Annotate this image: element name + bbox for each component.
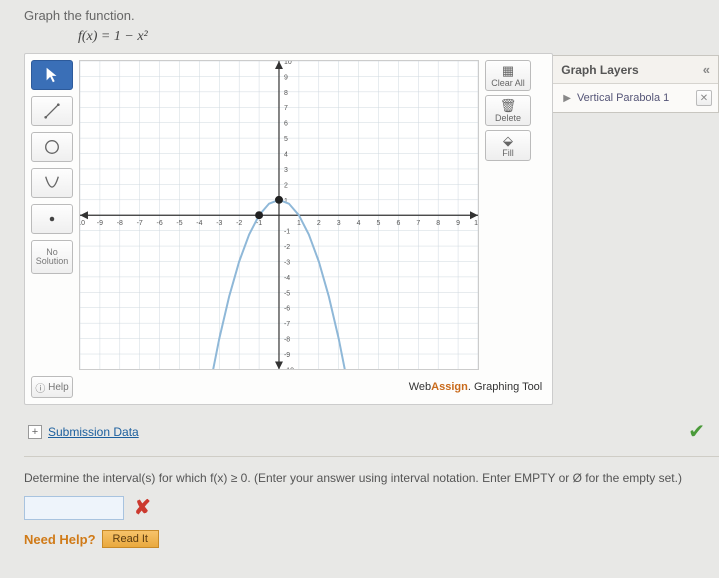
delete-label: Delete [495,113,521,123]
svg-text:-5: -5 [176,220,182,227]
svg-text:10: 10 [474,220,478,227]
svg-text:-9: -9 [97,220,103,227]
svg-text:-3: -3 [216,220,222,227]
correct-check-icon: ✔ [688,419,705,444]
layer-label: Vertical Parabola 1 [577,92,669,104]
svg-text:-10: -10 [80,220,85,227]
svg-text:-6: -6 [284,306,290,313]
fill-label: Fill [502,148,514,158]
svg-text:4: 4 [357,220,361,227]
svg-text:1: 1 [297,220,301,227]
svg-text:-9: -9 [284,352,290,359]
svg-text:6: 6 [284,121,288,128]
svg-text:-2: -2 [236,220,242,227]
svg-text:-1: -1 [284,229,290,236]
svg-text:-7: -7 [284,321,290,328]
svg-text:3: 3 [284,167,288,174]
read-it-button[interactable]: Read It [102,530,159,548]
svg-text:-10: -10 [284,367,294,369]
help-icon: ⓘ [35,380,45,395]
svg-text:3: 3 [337,220,341,227]
layer-item[interactable]: ▶ Vertical Parabola 1 ✕ [553,84,718,112]
svg-text:4: 4 [284,152,288,159]
svg-text:-3: -3 [284,259,290,266]
divider [24,456,719,457]
svg-text:-4: -4 [196,220,202,227]
graph-help-label: Help [48,382,69,393]
graph-help-button[interactable]: ⓘ Help [31,376,73,398]
expand-submission-icon[interactable]: + [28,425,42,439]
delete-layer-button[interactable]: ✕ [696,90,712,106]
no-solution-tool[interactable]: No Solution [31,240,73,274]
svg-text:2: 2 [284,182,288,189]
parabola-tool[interactable] [31,168,73,198]
formula: f(x) = 1 − x² [78,29,719,45]
svg-text:5: 5 [284,136,288,143]
svg-text:-4: -4 [284,275,290,282]
graph-canvas[interactable]: -10 -9 -8 -7 -6 -5 -4 -3 -2 -1 1 2 3 4 5 6 7 8 9 10 -10 -9 -8 -… [79,60,479,370]
pointer-tool[interactable] [31,60,73,90]
graphing-tool: No Solution -10 -9 -8 -7 -6 -5 -4 -3 -2 -1 1 2 3 4 5 6 7… [24,53,553,405]
trash-icon: 🗑 [500,99,517,112]
incorrect-x-icon: ✘ [134,495,151,520]
line-tool[interactable] [31,96,73,126]
svg-text:9: 9 [456,220,460,227]
svg-text:-5: -5 [284,290,290,297]
circle-tool[interactable] [31,132,73,162]
action-palette: ▦ Clear All 🗑 Delete ⬙ Fill [485,60,531,370]
svg-text:6: 6 [396,220,400,227]
need-help-label: Need Help? [24,532,96,547]
svg-text:7: 7 [284,105,288,112]
clear-icon: ▦ [502,64,514,77]
delete-button[interactable]: 🗑 Delete [485,95,531,126]
svg-text:-6: -6 [157,220,163,227]
brand-label: WebAssign. Graphing Tool [409,381,547,393]
svg-text:-2: -2 [284,244,290,251]
no-solution-label-2: Solution [36,257,69,266]
svg-text:10: 10 [284,61,292,66]
interval-question: Determine the interval(s) for which f(x)… [24,471,719,485]
svg-text:2: 2 [317,220,321,227]
graph-layers-panel: Graph Layers « ▶ Vertical Parabola 1 ✕ [553,55,719,113]
submission-data-link[interactable]: Submission Data [48,425,139,439]
tool-palette: No Solution [31,60,73,370]
graph-layers-title: Graph Layers [561,63,638,77]
clear-all-button[interactable]: ▦ Clear All [485,60,531,91]
svg-text:8: 8 [436,220,440,227]
expand-layer-icon[interactable]: ▶ [563,93,571,104]
collapse-layers-icon[interactable]: « [703,62,710,77]
point-tool[interactable] [31,204,73,234]
clear-all-label: Clear All [491,78,525,88]
svg-text:-8: -8 [284,337,290,344]
interval-answer-input[interactable] [24,496,124,520]
svg-text:7: 7 [416,220,420,227]
fill-icon: ⬙ [503,134,513,147]
svg-text:5: 5 [377,220,381,227]
svg-text:8: 8 [284,90,288,97]
svg-text:9: 9 [284,74,288,81]
prompt: Graph the function. [24,8,719,23]
fill-button[interactable]: ⬙ Fill [485,130,531,161]
svg-text:-8: -8 [117,220,123,227]
svg-text:-7: -7 [137,220,143,227]
